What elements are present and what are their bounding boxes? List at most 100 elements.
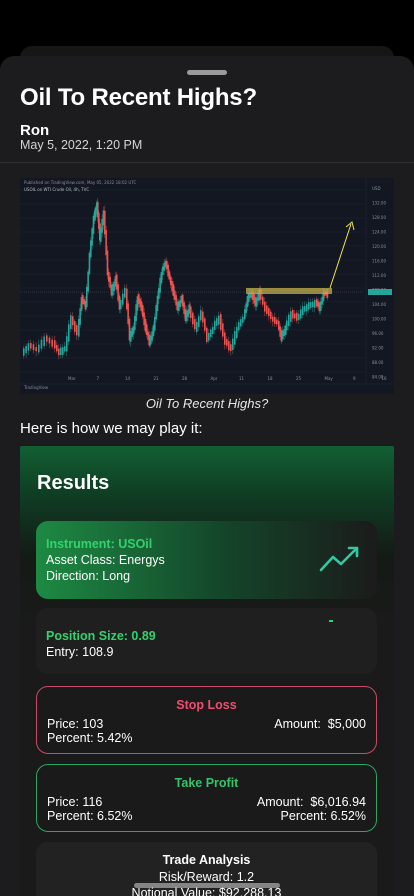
- candle: [48, 337, 51, 344]
- candle: [220, 314, 222, 331]
- candle: [264, 301, 266, 312]
- candle: [196, 321, 198, 332]
- y-tick-label: 116.00: [372, 259, 386, 264]
- candle: [272, 316, 274, 322]
- candle: [56, 344, 58, 352]
- candle: [192, 312, 194, 325]
- projection-arrow: [329, 223, 352, 289]
- lead-text: Here is how we may play it:: [20, 420, 203, 437]
- entry-price: Entry: 108.9: [46, 645, 114, 659]
- take-profit-amount: Amount: $6,016.94: [256, 795, 366, 809]
- candle: [46, 335, 48, 342]
- candle: [268, 308, 270, 317]
- instrument-card: Instrument: USOil Asset Class: Energys D…: [36, 521, 377, 599]
- candle: [224, 332, 226, 345]
- y-tick-label: 96.00: [372, 331, 384, 336]
- price-chart: USD 132.00 128.00 124.00 120.00 116.00 112.00 1…: [20, 178, 394, 394]
- risk-reward: Risk/Reward: 1.2: [158, 870, 255, 884]
- candle: [236, 326, 238, 339]
- results-panel: Results Instrument: USOil Asset Class: E…: [20, 446, 394, 896]
- x-tick-label: Mar: [68, 376, 76, 381]
- candle: [35, 347, 37, 352]
- candle: [206, 327, 208, 342]
- candle: [124, 287, 126, 298]
- candle: [194, 319, 196, 330]
- x-tick-label: 21: [154, 376, 160, 381]
- candle: [298, 313, 300, 320]
- candle: [60, 347, 62, 355]
- stop-loss-percent: Percent: 5.42%: [47, 731, 133, 745]
- x-tick-label: 25: [296, 376, 302, 381]
- candle: [222, 323, 224, 337]
- candle: [38, 344, 40, 353]
- candle: [292, 309, 294, 319]
- candle: [23, 348, 25, 356]
- stop-loss-card: Stop Loss Price: 103 Percent: 5.42% Amou…: [36, 686, 377, 754]
- candle: [294, 313, 296, 319]
- stop-loss-price: Price: 103: [47, 717, 104, 731]
- candle: [70, 315, 72, 330]
- x-tick-label: 16: [382, 376, 388, 381]
- chart-image[interactable]: USD 132.00 128.00 124.00 120.00 116.00 112.00 1…: [20, 178, 394, 394]
- candle: [210, 329, 212, 338]
- current-price-marker: [368, 289, 392, 295]
- candle: [262, 296, 264, 305]
- take-profit-card: Take Profit Price: 116 Percent: 6.52% Am…: [36, 764, 377, 832]
- candle: [40, 339, 43, 349]
- home-indicator[interactable]: [134, 883, 280, 888]
- post-sheet: Oil To Recent Highs? Ron May 5, 2022, 1:…: [0, 56, 414, 896]
- sheet-grabber[interactable]: [187, 70, 227, 75]
- candle: [240, 319, 242, 327]
- candle: [310, 302, 312, 308]
- x-tick-label: 28: [182, 376, 188, 381]
- candle: [72, 316, 74, 326]
- candle: [76, 325, 78, 336]
- candle: [62, 347, 64, 355]
- y-tick-label: 124.00: [372, 230, 386, 235]
- chart-symbol-text: USOIL on WTI Crude Oil, 4h, TVC: [24, 187, 90, 192]
- trending-up-icon: [319, 543, 361, 578]
- y-tick-label: 88.00: [372, 360, 384, 365]
- x-tick-label: 18: [268, 376, 274, 381]
- position-card: Position Size: 0.89 Entry: 108.9: [36, 608, 377, 674]
- post-date: May 5, 2022, 1:20 PM: [20, 138, 143, 152]
- candle: [266, 305, 268, 314]
- candle: [208, 332, 210, 341]
- candle: [242, 316, 244, 323]
- asset-class: Asset Class: Energys: [46, 553, 165, 567]
- direction: Direction: Long: [46, 569, 131, 583]
- trade-analysis-title: Trade Analysis: [162, 853, 251, 867]
- candle: [190, 306, 192, 319]
- stop-loss-title: Stop Loss: [176, 698, 237, 712]
- candle: [228, 341, 230, 351]
- candle: [226, 339, 228, 346]
- instrument-label: Instrument: USOil: [46, 537, 153, 551]
- candle: [288, 314, 290, 327]
- divider: [0, 162, 414, 163]
- candle: [308, 302, 310, 310]
- y-tick-label: 132.00: [372, 201, 386, 206]
- x-tick-label: Apr: [211, 376, 218, 381]
- candle: [234, 331, 236, 345]
- tradingview-logo: TradingView: [24, 385, 49, 390]
- candle: [312, 301, 314, 308]
- candle: [216, 318, 218, 326]
- candle: [314, 299, 316, 308]
- take-profit-title: Take Profit: [174, 776, 239, 790]
- candle: [32, 344, 35, 351]
- post-author[interactable]: Ron: [20, 122, 49, 139]
- results-title: Results: [37, 472, 110, 494]
- x-tick-label: May: [325, 376, 334, 381]
- y-tick-label: 128.00: [372, 215, 386, 220]
- candle: [274, 317, 276, 324]
- candle: [30, 343, 32, 349]
- position-size: Position Size: 0.89: [46, 629, 156, 643]
- take-profit-price: Price: 116: [47, 795, 103, 809]
- candle: [122, 293, 124, 305]
- candle: [212, 326, 214, 335]
- candle: [54, 340, 56, 349]
- x-tick-label: 7: [97, 376, 100, 381]
- candle: [238, 322, 240, 331]
- candle: [276, 319, 278, 325]
- candle: [300, 309, 302, 319]
